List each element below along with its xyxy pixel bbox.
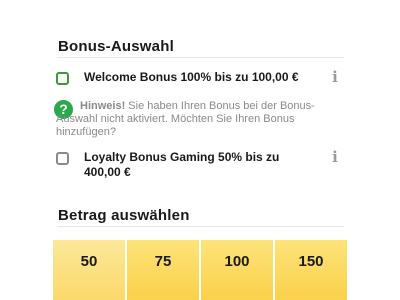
- welcome-bonus-checkbox[interactable]: [56, 72, 69, 85]
- bonus-page: Bonus-Auswahl Welcome Bonus 100% bis zu …: [0, 0, 400, 300]
- welcome-bonus-label[interactable]: Welcome Bonus 100% bis zu 100,00 €: [84, 70, 299, 85]
- amount-button-75[interactable]: 75: [127, 240, 199, 300]
- amount-section-title: Betrag auswählen: [58, 207, 190, 224]
- amount-button-50[interactable]: 50: [53, 240, 125, 300]
- bonus-section-title: Bonus-Auswahl: [58, 38, 174, 55]
- section-divider: [57, 226, 344, 227]
- info-icon[interactable]: i: [331, 70, 339, 85]
- section-divider: [57, 57, 344, 58]
- hint-text: Hinweis! Sie haben Ihren Bonus bei der B…: [56, 100, 336, 139]
- loyalty-bonus-checkbox[interactable]: [56, 152, 69, 165]
- loyalty-bonus-label-line1: Loyalty Bonus Gaming 50% bis zu: [84, 150, 280, 164]
- loyalty-bonus-label[interactable]: Loyalty Bonus Gaming 50% bis zu 400,00 €: [84, 150, 279, 180]
- amount-button-group: 50 75 100 150: [53, 240, 347, 300]
- info-icon[interactable]: i: [331, 150, 339, 165]
- amount-button-100[interactable]: 100: [201, 240, 273, 300]
- amount-button-150[interactable]: 150: [275, 240, 347, 300]
- loyalty-bonus-label-line2: 400,00 €: [84, 165, 131, 179]
- hint-prefix: Hinweis!: [80, 100, 126, 112]
